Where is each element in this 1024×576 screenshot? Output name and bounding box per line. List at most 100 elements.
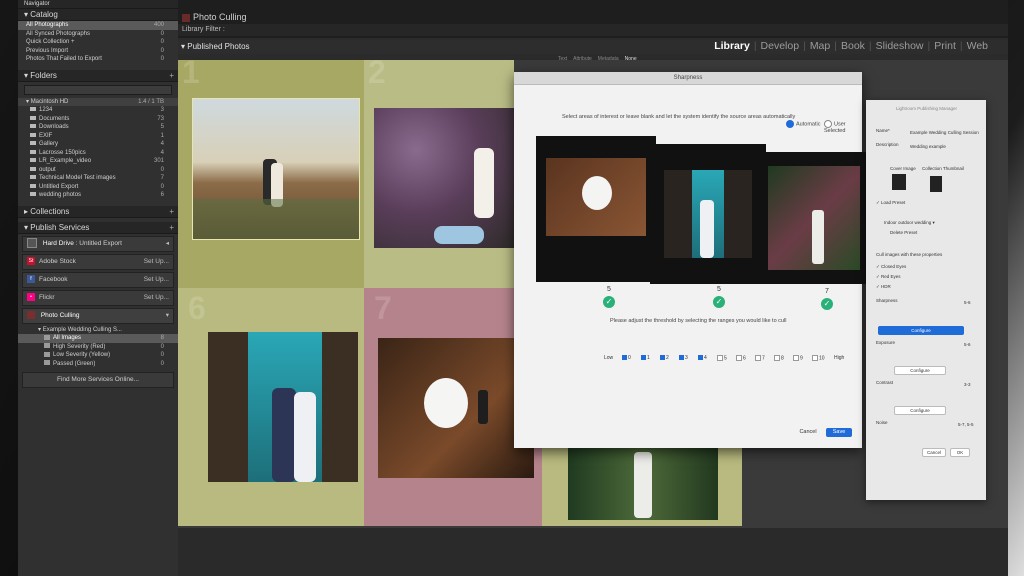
threshold-option[interactable]: 0 (622, 355, 631, 361)
preset-select[interactable]: Indoor outdoor wedding ▾ (884, 220, 935, 226)
hdr-checkbox[interactable]: ✓ HDR (876, 284, 891, 290)
sharpness-thumb-1[interactable] (536, 136, 656, 282)
catalog-header[interactable]: ▾ Catalog (18, 9, 178, 21)
catalog-item-count: 0 (160, 56, 164, 62)
threshold-option-label: 1 (647, 355, 650, 361)
name-value[interactable]: Example Wedding Culling Session (910, 130, 979, 135)
catalog-item[interactable]: Quick Collection + 0 (18, 38, 178, 47)
photo-floral-couple (568, 448, 718, 520)
module-slideshow[interactable]: Slideshow (876, 40, 924, 52)
folder-icon (30, 141, 36, 146)
culling-item[interactable]: Low Severity (Yellow) 0 (18, 351, 178, 360)
threshold-option[interactable]: 7 (755, 355, 765, 361)
grid-cell-6[interactable]: 6 (178, 288, 364, 526)
threshold-option[interactable]: 5 (717, 355, 727, 361)
navigator-header[interactable]: Navigator (18, 0, 178, 9)
module-library[interactable]: Library (714, 40, 750, 52)
load-preset-checkbox[interactable]: ✓ Load Preset (876, 200, 905, 206)
description-value[interactable]: Wedding example (910, 144, 946, 149)
dialog-save-button[interactable]: Save (826, 428, 852, 437)
grid-cell-1[interactable]: 1 (178, 54, 364, 288)
threshold-option[interactable]: 6 (736, 355, 746, 361)
sharpness-configure-button[interactable]: Configure (878, 326, 964, 335)
grid-cell-2[interactable]: 2 (364, 54, 514, 288)
folder-item[interactable]: Gallery 4 (18, 140, 178, 149)
hard-drive-service[interactable]: Hard Drive : Untitled Export ◂ (22, 235, 174, 252)
catalog-item-label: Previous Import (26, 47, 69, 54)
hard-drive-expand-icon[interactable]: ◂ (166, 237, 169, 251)
exposure-configure-button[interactable]: Configure (894, 366, 946, 375)
radio-user-selected[interactable]: User Selected (824, 120, 862, 134)
threshold-option[interactable]: 10 (812, 355, 825, 361)
catalog-item[interactable]: Previous Import 0 (18, 47, 178, 56)
dialog-cancel-button[interactable]: Cancel (796, 428, 820, 437)
folder-item[interactable]: Lacrosse 150pics 4 (18, 149, 178, 158)
delete-preset-link[interactable]: Delete Preset (890, 230, 917, 235)
sharpness-thumb-2[interactable] (650, 144, 766, 284)
add-service-icon[interactable]: + (169, 222, 174, 233)
threshold-checkbox (774, 355, 780, 361)
threshold-option[interactable]: 3 (679, 355, 688, 361)
check-3-icon: ✓ (821, 298, 833, 310)
folder-item-label: LR_Example_video (39, 158, 92, 164)
publish-service-0[interactable]: St Adobe Stock Set Up... (22, 253, 174, 270)
folder-item[interactable]: EXIF 1 (18, 132, 178, 141)
folder-item[interactable]: LR_Example_video 301 (18, 157, 178, 166)
main-area: Photo Culling Library Filter : ▾ Publish… (178, 0, 1008, 576)
module-web[interactable]: Web (967, 40, 988, 52)
threshold-option[interactable]: 2 (660, 355, 669, 361)
cover-image-thumb[interactable] (892, 174, 906, 190)
photo-culling-label: Photo Culling (40, 311, 80, 319)
catalog-item[interactable]: All Photographs 400 (18, 21, 178, 30)
folder-item[interactable]: output 0 (18, 166, 178, 175)
publish-service-1[interactable]: f Facebook Set Up... (22, 271, 174, 288)
cancel-label: Cancel (799, 429, 817, 435)
module-develop[interactable]: Develop (761, 40, 800, 52)
publish-services-header[interactable]: ▾ Publish Services + (18, 221, 178, 234)
threshold-option[interactable]: 4 (698, 355, 707, 361)
folder-item[interactable]: wedding photos 6 (18, 191, 178, 200)
collection-thumbnail-thumb[interactable] (930, 176, 942, 192)
catalog-item[interactable]: All Synced Photographs 0 (18, 30, 178, 39)
culling-item[interactable]: High Severity (Red) 0 (18, 343, 178, 352)
threshold-checkbox (812, 355, 818, 361)
culling-item-label: All Images (53, 335, 82, 341)
culling-collection-row[interactable]: ▾ Example Wedding Culling S... (18, 326, 178, 335)
culling-item[interactable]: All Images 8 (18, 334, 178, 343)
folder-item[interactable]: Untitled Export 0 (18, 183, 178, 192)
module-book[interactable]: Book (841, 40, 865, 52)
folder-item[interactable]: Technical Model Test images 7 (18, 174, 178, 183)
folder-item[interactable]: Documents 73 (18, 115, 178, 124)
preset-value: Indoor outdoor wedding (884, 220, 932, 225)
panel-cancel-label: Cancel (926, 450, 941, 455)
threshold-option[interactable]: 8 (774, 355, 784, 361)
radio-automatic[interactable]: Automatic (786, 120, 820, 128)
panel-cancel-button[interactable]: Cancel (922, 448, 946, 457)
culling-item[interactable]: Passed (Green) 0 (18, 360, 178, 369)
add-collection-icon[interactable]: + (169, 206, 174, 217)
publish-service-2[interactable]: • Flickr Set Up... (22, 289, 174, 306)
contrast-value: 3-3 (964, 382, 971, 387)
sharpness-thumb-3[interactable] (758, 152, 870, 284)
collections-header[interactable]: ▸ Collections + (18, 205, 178, 218)
panel-ok-button[interactable]: OK (950, 448, 970, 457)
folders-header[interactable]: ▾ Folders + (18, 69, 178, 82)
module-map[interactable]: Map (810, 40, 830, 52)
photo-culling-service[interactable]: Photo Culling ▾ (22, 307, 174, 324)
folder-item[interactable]: Downloads 5 (18, 123, 178, 132)
folder-icon (30, 175, 36, 180)
library-filter-bar[interactable]: Library Filter : (178, 24, 1008, 36)
folder-item[interactable]: 1234 3 (18, 106, 178, 115)
drive-row[interactable]: ▾ Macintosh HD 1.4 / 1 TB (18, 97, 178, 106)
contrast-configure-button[interactable]: Configure (894, 406, 946, 415)
closed-eyes-checkbox[interactable]: ✓ Closed Eyes (876, 264, 906, 270)
threshold-option[interactable]: 9 (793, 355, 803, 361)
red-eyes-checkbox[interactable]: ✓ Red Eyes (876, 274, 901, 280)
module-print[interactable]: Print (934, 40, 956, 52)
catalog-item[interactable]: Photos That Failed to Export 0 (18, 55, 178, 64)
find-more-services-button[interactable]: Find More Services Online... (22, 372, 174, 388)
add-folder-icon[interactable]: + (169, 70, 174, 81)
photo-culling-collapse-icon[interactable]: ▾ (166, 309, 169, 323)
threshold-option[interactable]: 1 (641, 355, 650, 361)
folder-search-input[interactable] (24, 84, 172, 95)
